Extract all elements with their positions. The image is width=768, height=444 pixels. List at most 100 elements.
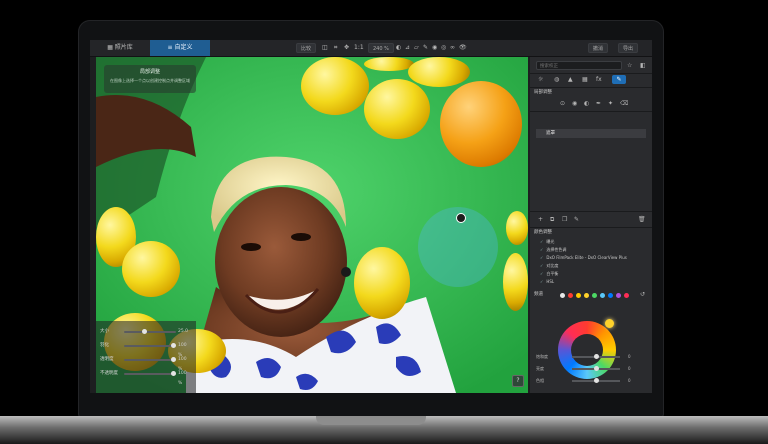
app-window: ▦ 照片库 ≡ 自定义 比较 ◫ ⌗ ✥ 1:1 240 % ◐ ⊿ ▱ ✎ ◉…	[90, 40, 652, 393]
correction-panel: 搜索校正 ☆ ◧ ☼ ◍ ▲ ▦ fx ✎ 局部调整 ⊙ ◉ ◐ ✒ ✦ ⌫ 遮…	[530, 57, 652, 393]
slider-label: 色相	[536, 378, 544, 383]
transparency-slider[interactable]	[124, 357, 176, 362]
perspective-icon[interactable]: ▱	[414, 43, 419, 53]
control-point[interactable]	[456, 213, 466, 223]
local-adjust-panel: 大小 25.0 羽化 100 % 透明度 100 % 不透明度 100 %	[96, 321, 196, 393]
move-icon[interactable]: ✥	[344, 43, 349, 53]
reset-icon[interactable]: ↺	[640, 290, 645, 299]
sliders-icon: ≡	[167, 44, 173, 51]
color-swatch[interactable]	[624, 293, 629, 298]
toggle-icon[interactable]: ◧	[640, 61, 646, 70]
light-icon[interactable]: ☼	[538, 75, 543, 84]
slider-label: 亮度	[536, 366, 544, 371]
slider-value: 0	[628, 354, 631, 359]
slider-row[interactable]: 饱和度 0	[536, 352, 646, 361]
undo-button[interactable]: 撤消	[588, 43, 609, 53]
slider-knob[interactable]	[171, 343, 176, 348]
opacity-slider[interactable]	[124, 371, 176, 376]
slider-track[interactable]	[572, 366, 620, 371]
adjust-row-opacity[interactable]: 不透明度 100 %	[100, 369, 192, 386]
trash-icon[interactable]: 🗑	[638, 215, 646, 224]
slider-knob[interactable]	[593, 378, 599, 383]
detail-icon[interactable]: ▲	[568, 75, 573, 84]
size-slider[interactable]	[124, 329, 176, 334]
orange	[440, 81, 522, 167]
list-item[interactable]: ✓ 白平衡	[540, 270, 644, 277]
slider-row[interactable]: 色相 0	[536, 376, 646, 385]
zoom-select[interactable]: 240 %	[368, 43, 394, 53]
section-title: 局部调整	[534, 90, 552, 95]
color-swatch[interactable]	[576, 293, 581, 298]
color-swatch[interactable]	[592, 293, 597, 298]
lemon	[354, 247, 410, 319]
star-icon[interactable]: ☆	[627, 61, 632, 70]
feather-slider[interactable]	[124, 343, 176, 348]
geometry-icon[interactable]: ▦	[582, 75, 588, 84]
color-swatch[interactable]	[608, 293, 613, 298]
actual-size-icon[interactable]: 1:1	[354, 43, 364, 53]
color-swatch[interactable]	[568, 293, 573, 298]
local-adjust-tab-icon[interactable]: ✎	[612, 75, 626, 84]
list-item[interactable]: ✓ 对比度	[540, 262, 644, 269]
color-icon[interactable]: ◍	[554, 75, 559, 84]
mask-item[interactable]: 遮罩	[536, 129, 646, 138]
eye-icon[interactable]: 👁	[459, 43, 467, 53]
edit-icon[interactable]: ✎	[574, 215, 579, 224]
slider-knob[interactable]	[142, 329, 147, 334]
auto-mask-icon[interactable]: ✦	[608, 99, 613, 108]
local-adjust-icon[interactable]: ◉	[432, 43, 437, 53]
lemon	[122, 241, 180, 297]
list-title: 颜色调整	[534, 230, 552, 235]
color-swatch[interactable]	[560, 293, 565, 298]
slider-knob[interactable]	[171, 357, 176, 362]
adjust-row-transparency[interactable]: 透明度 100 %	[100, 355, 192, 372]
slider-value: 0	[628, 378, 631, 383]
duplicate-icon[interactable]: ⧉	[550, 215, 554, 224]
slider-knob[interactable]	[171, 371, 176, 376]
color-swatch[interactable]	[600, 293, 605, 298]
brush-icon[interactable]: ⊙	[560, 99, 565, 108]
list-item[interactable]: ✓ 曝光	[540, 238, 644, 245]
add-icon[interactable]: +	[538, 215, 543, 224]
copy-icon[interactable]: ❐	[562, 215, 567, 224]
image-viewer[interactable]: 局部调整 在图像上选择一个点以创建控制点并调整区域 大小 25.0 羽化 100…	[96, 57, 528, 393]
list-item[interactable]: ✓ DxO FilmPack Elite - DxO ClearView Plus	[540, 254, 644, 261]
eyedropper-icon[interactable]: ✒	[596, 99, 601, 108]
split-view-icon[interactable]: ◫	[322, 43, 328, 53]
circle-icon[interactable]: ◉	[572, 99, 577, 108]
red-eye-icon[interactable]: ◎	[441, 43, 446, 53]
export-button[interactable]: 导出	[618, 43, 639, 53]
slider-value: 0	[628, 366, 631, 371]
color-wheel-knob[interactable]	[605, 319, 614, 328]
search-input[interactable]: 搜索校正	[536, 61, 622, 70]
help-button[interactable]: ?	[512, 375, 524, 387]
link-icon[interactable]: ∞	[450, 43, 455, 53]
slider-knob[interactable]	[593, 366, 599, 371]
lemon	[301, 57, 369, 115]
lemon	[364, 57, 414, 71]
tip-card: 局部调整 在图像上选择一个点以创建控制点并调整区域	[104, 65, 196, 93]
slider-knob[interactable]	[593, 354, 599, 359]
color-swatch[interactable]	[616, 293, 621, 298]
color-swatch[interactable]	[584, 293, 589, 298]
slider-track[interactable]	[572, 354, 620, 359]
compare-button[interactable]: 比较	[296, 43, 317, 53]
slider-track[interactable]	[572, 378, 620, 383]
swatch-label: 频道	[534, 292, 543, 297]
tab-customize[interactable]: ≡ 自定义	[150, 40, 210, 56]
fx-icon[interactable]: fx	[596, 75, 602, 84]
eraser-icon[interactable]: ⌫	[620, 99, 628, 108]
list-item[interactable]: ✓ HSL	[540, 278, 644, 285]
adjust-row-size[interactable]: 大小 25.0	[100, 327, 192, 337]
lemon	[506, 211, 528, 245]
crop-icon[interactable]: ⌗	[334, 43, 337, 53]
white-balance-icon[interactable]: ◐	[396, 43, 401, 53]
lemon	[503, 253, 528, 311]
gradient-icon[interactable]: ◐	[584, 99, 589, 108]
tab-photo-library[interactable]: ▦ 照片库	[90, 40, 150, 56]
straighten-icon[interactable]: ⊿	[405, 43, 410, 53]
adjust-row-feather[interactable]: 羽化 100 %	[100, 341, 192, 358]
list-item[interactable]: ✓ 选择性色调	[540, 246, 644, 253]
repair-icon[interactable]: ✎	[423, 43, 428, 53]
slider-row[interactable]: 亮度 0	[536, 364, 646, 373]
